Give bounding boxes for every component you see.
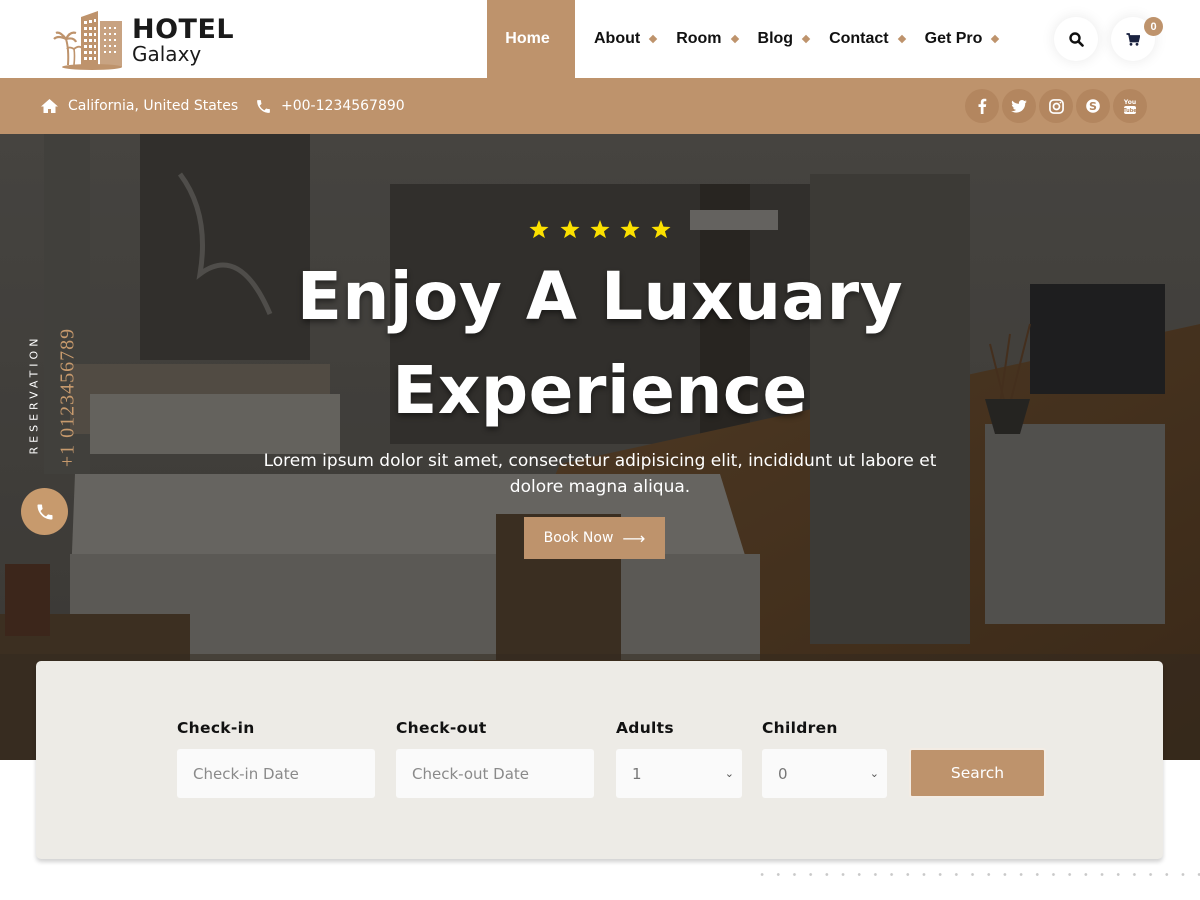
hero-title-line2: Experience [392, 352, 808, 429]
phone-info[interactable]: +00-1234567890 [255, 78, 405, 134]
nav-about[interactable]: About [594, 0, 658, 78]
nav-blog[interactable]: Blog [757, 0, 811, 78]
hero-title-line1: Enjoy A Luxuary [296, 258, 904, 335]
dropdown-diamond-icon [897, 34, 906, 44]
location-info: California, United States [40, 78, 238, 134]
facebook-link[interactable] [965, 89, 999, 123]
hero-subtitle: Lorem ipsum dolor sit amet, consectetur … [263, 451, 937, 497]
twitter-icon [1011, 99, 1027, 113]
dropdown-diamond-icon [730, 34, 739, 44]
phone-text: +00-1234567890 [281, 98, 405, 114]
adults-label: Adults [616, 719, 674, 737]
decorative-dot-pattern [754, 866, 1200, 890]
svg-text:You: You [1123, 99, 1136, 106]
twitter-link[interactable] [1002, 89, 1036, 123]
adults-value: 1 [632, 764, 642, 783]
facebook-icon [978, 98, 987, 114]
nav-room[interactable]: Room [676, 0, 739, 78]
chevron-down-icon: ⌄ [724, 767, 734, 780]
rating-stars [0, 220, 1200, 244]
call-button[interactable] [21, 488, 68, 535]
logo-title: HOTEL [132, 14, 235, 45]
checkout-field: Check-out Check-out Date [396, 719, 594, 798]
arrow-right-icon: ⟶ [622, 528, 646, 548]
search-button[interactable] [1054, 17, 1098, 61]
hero-title: Enjoy A Luxuary Experience [0, 250, 1200, 438]
checkin-field: Check-in Check-in Date [177, 719, 375, 798]
reservation-phone[interactable]: +1 0123456789 [57, 303, 80, 493]
main-nav: Home About Room Blog Contact Get Pro [487, 0, 1000, 78]
checkin-input[interactable]: Check-in Date [177, 749, 375, 798]
nav-home[interactable]: Home [487, 0, 575, 78]
youtube-icon: You Tube [1123, 99, 1137, 114]
home-icon [41, 99, 58, 113]
checkout-label: Check-out [396, 719, 487, 737]
adults-select[interactable]: 1 ⌄ [616, 749, 742, 798]
reservation-label: RESERVATION [27, 334, 41, 455]
star-icon [560, 220, 580, 239]
nav-room-label: Room [676, 30, 722, 47]
cart-icon [1126, 32, 1140, 46]
location-text: California, United States [68, 98, 239, 114]
youtube-link[interactable]: You Tube [1113, 89, 1147, 123]
dropdown-diamond-icon [648, 34, 658, 44]
social-links: S You Tube [965, 89, 1147, 123]
star-icon [620, 220, 640, 239]
checkin-label: Check-in [177, 719, 255, 737]
nav-get-pro-label: Get Pro [924, 30, 983, 47]
instagram-icon [1048, 98, 1064, 114]
cart-count-badge: 0 [1144, 17, 1163, 36]
children-field: Children 0 ⌄ [762, 719, 887, 798]
nav-about-label: About [594, 30, 641, 47]
site-header: HOTEL Galaxy Home About Room Blog Contac… [0, 0, 1200, 78]
search-icon [1068, 31, 1084, 47]
nav-get-pro[interactable]: Get Pro [924, 0, 1000, 78]
phone-icon [257, 99, 270, 113]
children-select[interactable]: 0 ⌄ [762, 749, 887, 798]
nav-home-label: Home [505, 30, 550, 47]
svg-text:Tube: Tube [1123, 108, 1137, 114]
logo-subtitle: Galaxy [132, 42, 202, 66]
skype-link[interactable]: S [1076, 89, 1110, 123]
star-icon [529, 220, 549, 239]
site-logo[interactable]: HOTEL Galaxy [52, 8, 242, 72]
booking-form: Check-in Check-in Date Check-out Check-o… [36, 661, 1163, 859]
nav-blog-label: Blog [757, 30, 794, 47]
hotel-building-icon [53, 11, 122, 70]
book-now-button[interactable]: Book Now ⟶ [524, 517, 665, 559]
book-now-label: Book Now [543, 530, 614, 546]
children-label: Children [762, 719, 838, 737]
search-rooms-button[interactable]: Search [909, 748, 1046, 798]
nav-contact[interactable]: Contact [829, 0, 906, 78]
instagram-link[interactable] [1039, 89, 1073, 123]
svg-text:S: S [1089, 100, 1097, 113]
reservation-sidebar: RESERVATION +1 0123456789 [24, 318, 79, 478]
skype-icon: S [1086, 99, 1100, 113]
dropdown-diamond-icon [801, 34, 811, 44]
checkout-input[interactable]: Check-out Date [396, 749, 594, 798]
dropdown-diamond-icon [991, 34, 1000, 44]
star-icon [651, 220, 671, 239]
adults-field: Adults 1 ⌄ [616, 719, 742, 798]
chevron-down-icon: ⌄ [869, 767, 879, 780]
children-value: 0 [778, 764, 788, 783]
star-icon [590, 220, 610, 239]
phone-icon [37, 504, 52, 519]
nav-contact-label: Contact [829, 30, 889, 47]
